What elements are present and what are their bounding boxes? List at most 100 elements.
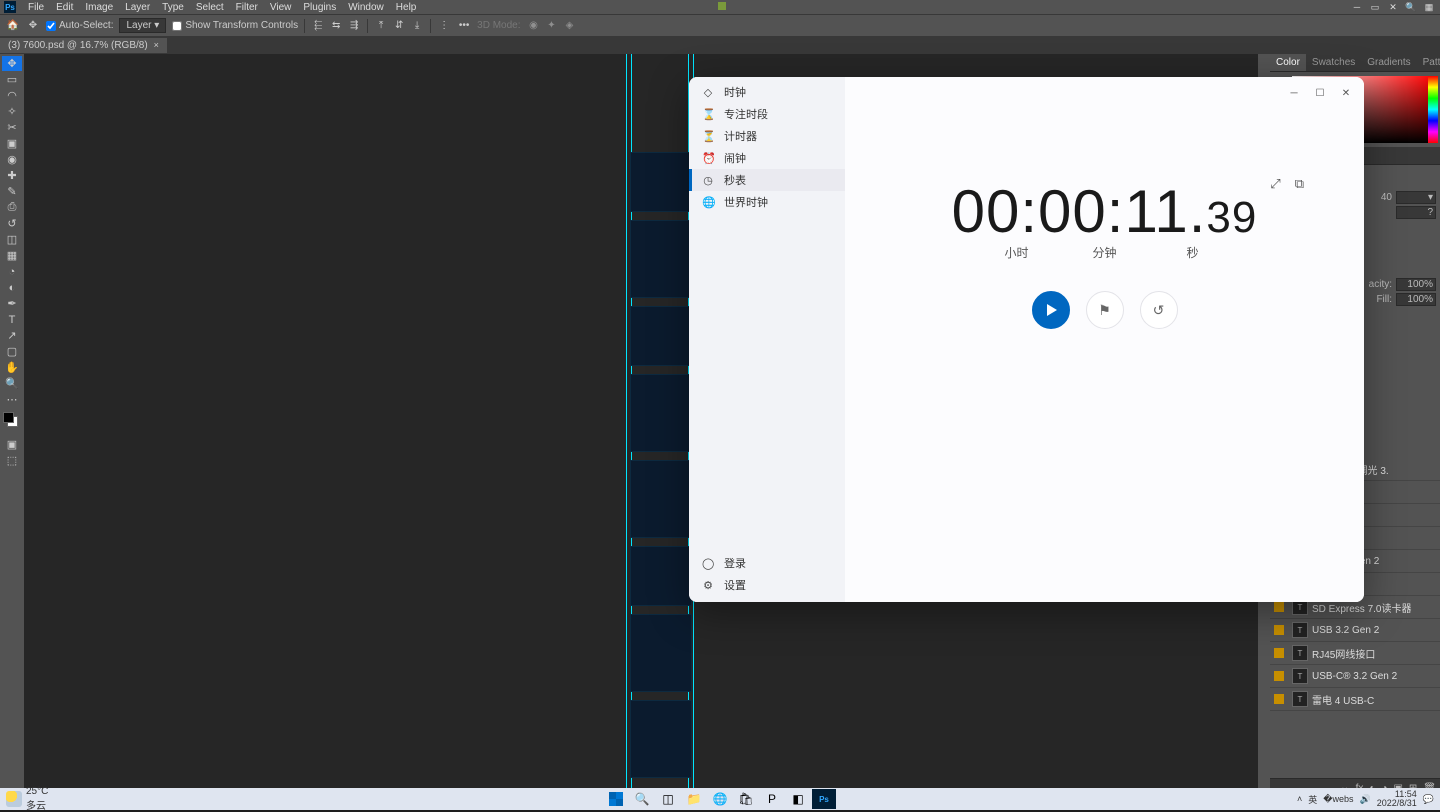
eraser-tool[interactable]: ◫ [2,232,22,247]
wand-tool[interactable]: ✧ [2,104,22,119]
distribute-icon[interactable]: ⋮ [437,19,451,33]
heal-tool[interactable]: ✚ [2,168,22,183]
document-tab[interactable]: (3) 7600.psd @ 16.7% (RGB/8) × [0,38,167,53]
history-brush-tool[interactable]: ↺ [2,216,22,231]
marquee-tool[interactable]: ▭ [2,72,22,87]
ps-workspace-icon[interactable]: ▦ [1422,1,1436,13]
nav-item-时钟[interactable]: ◇时钟 [689,81,845,103]
nav-item-登录[interactable]: ◯登录 [689,552,845,574]
pin-icon[interactable]: ⧉ [1295,176,1304,192]
move-tool-icon[interactable]: ✥ [26,19,40,33]
fill-value[interactable]: 100% [1396,293,1436,306]
expand-icon[interactable]: ⤢ [1270,176,1280,192]
hand-tool[interactable]: ✋ [2,360,22,375]
move-tool[interactable]: ✥ [2,56,22,71]
tray-chevron-icon[interactable]: ˄ [1297,794,1302,804]
align-center-icon[interactable]: ⇆ [329,19,343,33]
opacity-value[interactable]: 100% [1396,278,1436,291]
search-button[interactable]: 🔍 [630,789,654,809]
clock-maximize[interactable]: ☐ [1308,83,1332,103]
taskbar-weather[interactable]: 25°C多云 [6,786,48,812]
blur-tool[interactable]: ◔ [2,264,22,279]
nav-item-闹钟[interactable]: ⏰闹钟 [689,147,845,169]
notification-icon[interactable]: 💬 [1423,794,1434,805]
auto-select-checkbox[interactable]: Auto-Select: [46,20,113,31]
edge-button[interactable]: 🌐 [708,789,732,809]
quickmask-tool[interactable]: ▣ [2,437,22,452]
menu-select[interactable]: Select [190,2,230,13]
menu-edit[interactable]: Edit [50,2,79,13]
gradient-tool[interactable]: ▦ [2,248,22,263]
nav-item-设置[interactable]: ⚙设置 [689,574,845,596]
taskview-button[interactable]: ◫ [656,789,680,809]
layer-row[interactable]: TRJ45网线接口 [1270,642,1440,665]
align-right-icon[interactable]: ⇶ [347,19,361,33]
menu-layer[interactable]: Layer [119,2,156,13]
path-tool[interactable]: ↗ [2,328,22,343]
volume-icon[interactable]: 🔊 [1360,794,1371,805]
visibility-toggle[interactable] [1270,625,1288,635]
layer-row[interactable]: TUSB 3.2 Gen 2 [1270,619,1440,642]
dodge-tool[interactable]: ◐ [2,280,22,295]
screenmode-tool[interactable]: ⬚ [2,453,22,468]
type-tool[interactable]: T [2,312,22,327]
visibility-toggle[interactable] [1270,648,1288,658]
menu-help[interactable]: Help [390,2,423,13]
play-button[interactable] [1032,291,1070,329]
ime-indicator[interactable]: 英 [1308,793,1317,806]
layer-row[interactable]: T雷电 4 USB-C [1270,688,1440,711]
menu-filter[interactable]: Filter [230,2,264,13]
tab-gradients[interactable]: Gradients [1361,54,1416,71]
menu-type[interactable]: Type [156,2,190,13]
edit-toolbar[interactable]: ⋯ [2,392,22,407]
align-top-icon[interactable]: ⤒ [374,19,388,33]
lap-button[interactable]: ⚑ [1086,291,1124,329]
crop-tool[interactable]: ✂ [2,120,22,135]
frame-tool[interactable]: ▣ [2,136,22,151]
reset-button[interactable]: ↺ [1140,291,1178,329]
stamp-tool[interactable]: ⎙ [2,200,22,215]
tab-swatches[interactable]: Swatches [1306,54,1361,71]
menu-file[interactable]: File [22,2,50,13]
close-icon[interactable]: × [154,40,159,50]
visibility-toggle[interactable] [1270,694,1288,704]
more-options-icon[interactable]: ••• [457,19,471,33]
show-transform-checkbox[interactable]: Show Transform Controls [172,20,298,31]
menu-plugins[interactable]: Plugins [297,2,342,13]
clock-tray[interactable]: 11:542022/8/31 [1377,790,1417,808]
ps-close[interactable]: ✕ [1386,1,1400,13]
ps-minimize[interactable]: ─ [1350,1,1364,13]
color-swatches[interactable] [3,412,21,430]
nav-item-专注时段[interactable]: ⌛专注时段 [689,103,845,125]
tab-color[interactable]: Color [1270,54,1306,71]
align-left-icon[interactable]: ⬱ [311,19,325,33]
app-button[interactable]: ◧ [786,789,810,809]
photoshop-button[interactable]: Ps [812,789,836,809]
nav-item-秒表[interactable]: ◷秒表 [689,169,845,191]
start-button[interactable] [604,789,628,809]
home-icon[interactable]: 🏠 [6,19,20,33]
nav-item-计时器[interactable]: ⏳计时器 [689,125,845,147]
system-tray[interactable]: ˄ 英 �webs 🔊 11:542022/8/31 💬 [1297,790,1434,808]
lasso-tool[interactable]: ◠ [2,88,22,103]
auto-select-dropdown[interactable]: Layer ▾ [119,18,166,33]
ps-search-icon[interactable]: 🔍 [1404,1,1418,13]
powerpoint-button[interactable]: P [760,789,784,809]
store-button[interactable]: 🛍 [734,789,758,809]
clock-close[interactable]: ✕ [1334,83,1358,103]
ps-restore[interactable]: ▭ [1368,1,1382,13]
menu-view[interactable]: View [264,2,298,13]
brush-tool[interactable]: ✎ [2,184,22,199]
layer-row[interactable]: TUSB-C® 3.2 Gen 2 [1270,665,1440,688]
visibility-toggle[interactable] [1270,671,1288,681]
clock-minimize[interactable]: ─ [1282,83,1306,103]
eyedropper-tool[interactable]: ◉ [2,152,22,167]
zoom-tool[interactable]: 🔍 [2,376,22,391]
pen-tool[interactable]: ✒ [2,296,22,311]
menu-window[interactable]: Window [342,2,390,13]
visibility-toggle[interactable] [1270,602,1288,612]
explorer-button[interactable]: 📁 [682,789,706,809]
align-bottom-icon[interactable]: ⤓ [410,19,424,33]
wifi-icon[interactable]: �webs [1323,794,1353,805]
menu-image[interactable]: Image [79,2,119,13]
